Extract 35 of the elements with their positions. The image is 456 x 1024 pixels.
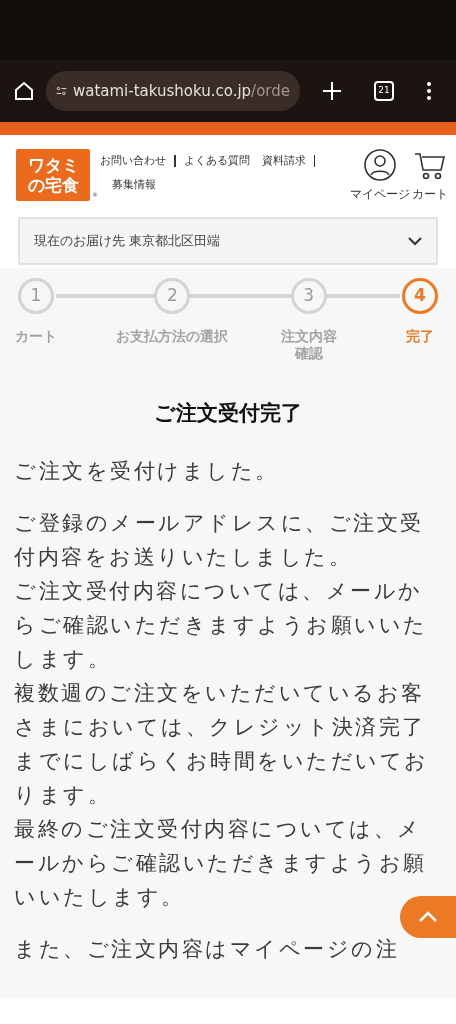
tab-count[interactable]: 21 [374, 81, 394, 101]
mypage-button[interactable]: マイページ [350, 149, 410, 203]
menu-icon[interactable] [426, 81, 432, 101]
chevron-down-icon [408, 236, 422, 246]
scroll-top-button[interactable] [400, 896, 456, 938]
step-label: 完了 [406, 328, 434, 345]
cart-button[interactable]: カート [412, 149, 448, 203]
logo-text: ワタミ [27, 155, 79, 175]
step-number: 2 [154, 278, 191, 314]
new-tab-icon[interactable] [322, 81, 342, 101]
step-label: お支払方法の選択 [116, 328, 229, 345]
step-label: カート [15, 328, 57, 345]
header-link[interactable]: よくある質問 [183, 149, 250, 173]
body-text: ご登録のメールアドレスに、ご注文受付内容をお送りいたしました。 [14, 509, 425, 571]
address-bar[interactable]: watami-takushoku.co.jp/orde [46, 71, 300, 111]
body-text: ご注文を受付けました。 [14, 457, 280, 485]
logo-text: の宅食 [27, 175, 79, 195]
step-number: 4 [402, 278, 438, 314]
chevron-up-icon [418, 911, 438, 923]
step-number: 3 [290, 278, 327, 314]
home-icon[interactable] [12, 79, 36, 103]
header-link[interactable]: 資料請求 [261, 149, 306, 173]
url-text: watami-takushoku.co.jp/orde [72, 80, 290, 102]
page-title: ご注文受付完了 [153, 400, 303, 427]
header-link[interactable]: お問い合わせ [100, 149, 166, 173]
body-text: 最終のご注文受付内容については、メールからご確認いただきますようお願いいたします。 [14, 815, 428, 911]
user-icon [364, 149, 396, 181]
site-settings-icon[interactable] [56, 84, 67, 98]
delivery-select[interactable]: 現在のお届け先 東京都北区田端 [18, 217, 438, 265]
step-label: 注文内容確認 [279, 328, 338, 362]
body-text: 複数週のご注文をいただいているお客さまにおいては、クレジット決済完了までにしばらくお時間をいただいております。 [14, 679, 430, 809]
header-link[interactable]: 募集情報 [100, 173, 156, 197]
step-number: 1 [18, 278, 54, 314]
body-text: ご注文受付内容については、メールからご確認いただきますようお願いいたします。 [14, 577, 429, 673]
body-text: また、ご注文内容はマイページの注 [14, 935, 400, 963]
